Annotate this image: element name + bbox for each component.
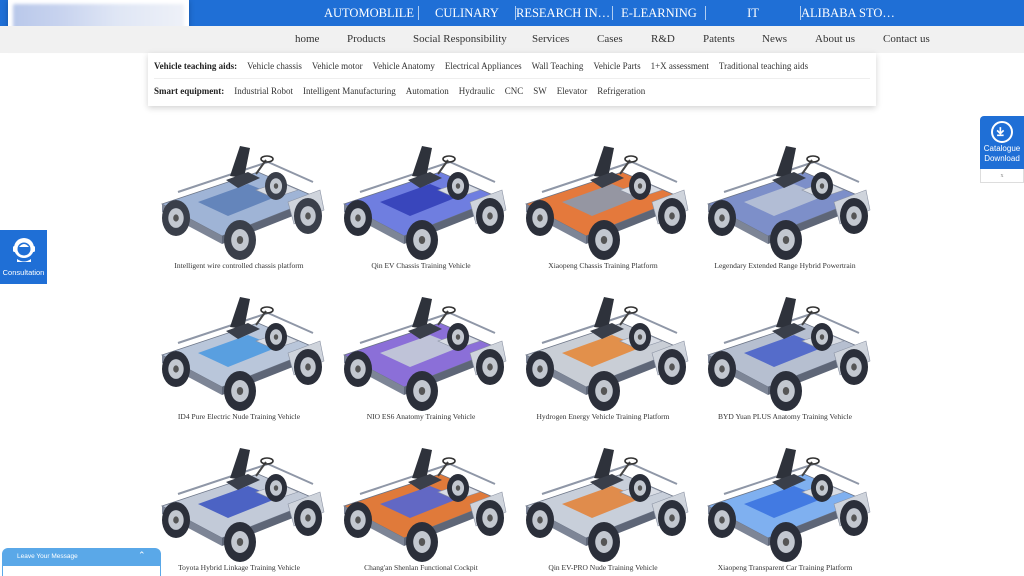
- consultation-label: Consultation: [2, 268, 45, 277]
- products-dropdown: Vehicle teaching aids: Vehicle chassis V…: [148, 53, 876, 106]
- nav-rnd[interactable]: R&D: [651, 26, 675, 53]
- dropdown-item[interactable]: 1+X assessment: [651, 61, 709, 71]
- nav-services[interactable]: Services: [532, 26, 569, 53]
- teaching-aids-row: Vehicle teaching aids: Vehicle chassis V…: [154, 54, 818, 78]
- product-card[interactable]: Legendary Extended Range Hybrid Powertra…: [694, 130, 876, 281]
- dropdown-item[interactable]: Vehicle motor: [312, 61, 363, 71]
- product-card[interactable]: Xiaopeng Transparent Car Training Platfo…: [694, 432, 876, 576]
- main-nav: home Products Social Responsibility Serv…: [0, 26, 1024, 53]
- product-image: [706, 146, 871, 260]
- catalogue-close-button[interactable]: x: [980, 169, 1024, 183]
- teaching-aids-label: Vehicle teaching aids:: [154, 61, 238, 71]
- product-caption[interactable]: BYD Yuan PLUS Anatomy Training Vehicle: [694, 412, 876, 421]
- product-image: [342, 448, 507, 562]
- dropdown-item[interactable]: Vehicle Parts: [593, 61, 640, 71]
- product-image: [524, 448, 689, 562]
- top-nav-research[interactable]: RESEARCH INS...: [516, 6, 612, 21]
- product-card[interactable]: Xiaopeng Chassis Training Platform: [512, 130, 694, 281]
- dropdown-item[interactable]: Hydraulic: [459, 86, 495, 96]
- product-caption[interactable]: NIO ES6 Anatomy Training Vehicle: [330, 412, 512, 421]
- product-image: [706, 297, 871, 411]
- product-card[interactable]: ID4 Pure Electric Nude Training Vehicle: [148, 281, 330, 432]
- product-image: [160, 297, 325, 411]
- top-nav-culinary[interactable]: CULINARY: [419, 6, 515, 21]
- product-caption[interactable]: Xiaopeng Transparent Car Training Platfo…: [694, 563, 876, 572]
- dropdown-item[interactable]: Elevator: [557, 86, 588, 96]
- top-nav-alibaba-store[interactable]: ALIBABA STORE: [801, 6, 897, 21]
- product-card[interactable]: Qin EV Chassis Training Vehicle: [330, 130, 512, 281]
- product-image: [160, 448, 325, 562]
- product-card[interactable]: NIO ES6 Anatomy Training Vehicle: [330, 281, 512, 432]
- product-caption[interactable]: Xiaopeng Chassis Training Platform: [512, 261, 694, 270]
- top-nav-it[interactable]: IT: [706, 6, 800, 21]
- dropdown-item[interactable]: Wall Teaching: [532, 61, 584, 71]
- dropdown-item[interactable]: Electrical Appliances: [445, 61, 522, 71]
- product-caption[interactable]: Hydrogen Energy Vehicle Training Platfor…: [512, 412, 694, 421]
- dropdown-item[interactable]: Traditional teaching aids: [719, 61, 808, 71]
- nav-home[interactable]: home: [295, 26, 319, 53]
- product-caption[interactable]: Intelligent wire controlled chassis plat…: [148, 261, 330, 270]
- product-caption[interactable]: Qin EV Chassis Training Vehicle: [330, 261, 512, 270]
- nav-patents[interactable]: Patents: [703, 26, 735, 53]
- download-icon: [991, 121, 1013, 143]
- product-card[interactable]: Toyota Hybrid Linkage Training Vehicle: [148, 432, 330, 576]
- top-nav-elearning[interactable]: E-LEARNING: [613, 6, 705, 21]
- product-card[interactable]: Chang'an Shenlan Functional Cockpit: [330, 432, 512, 576]
- customer-service-icon: [13, 238, 35, 262]
- dropdown-item[interactable]: Vehicle Anatomy: [373, 61, 435, 71]
- product-caption[interactable]: Chang'an Shenlan Functional Cockpit: [330, 563, 512, 572]
- dropdown-item[interactable]: Automation: [406, 86, 449, 96]
- product-image: [160, 146, 325, 260]
- dropdown-item[interactable]: Industrial Robot: [234, 86, 293, 96]
- product-image: [524, 297, 689, 411]
- nav-about-us[interactable]: About us: [815, 26, 855, 53]
- catalogue-download-button[interactable]: Catalogue Download x: [980, 116, 1024, 183]
- product-image: [342, 297, 507, 411]
- nav-news[interactable]: News: [762, 26, 787, 53]
- leave-message-bar[interactable]: Leave Your Message ⌃: [2, 548, 161, 576]
- nav-cases[interactable]: Cases: [597, 26, 623, 53]
- product-caption[interactable]: Legendary Extended Range Hybrid Powertra…: [694, 261, 876, 270]
- dropdown-item[interactable]: CNC: [505, 86, 524, 96]
- smart-equipment-label: Smart equipment:: [154, 85, 225, 96]
- product-caption[interactable]: ID4 Pure Electric Nude Training Vehicle: [148, 412, 330, 421]
- top-nav: AUTOMOBLILE CULINARY RESEARCH INS... E-L…: [320, 0, 897, 26]
- dropdown-item[interactable]: SW: [533, 86, 547, 96]
- top-nav-automobile[interactable]: AUTOMOBLILE: [320, 6, 418, 21]
- dropdown-item[interactable]: Intelligent Manufacturing: [303, 86, 396, 96]
- leave-message-body: [3, 566, 160, 576]
- product-card[interactable]: BYD Yuan PLUS Anatomy Training Vehicle: [694, 281, 876, 432]
- nav-contact-us[interactable]: Contact us: [883, 26, 930, 53]
- product-card[interactable]: Qin EV-PRO Nude Training Vehicle: [512, 432, 694, 576]
- dropdown-item[interactable]: Vehicle chassis: [247, 61, 302, 71]
- product-card[interactable]: Intelligent wire controlled chassis plat…: [148, 130, 330, 281]
- product-grid: Intelligent wire controlled chassis plat…: [148, 130, 876, 576]
- dropdown-item[interactable]: Refrigeration: [597, 86, 645, 96]
- product-caption[interactable]: Toyota Hybrid Linkage Training Vehicle: [148, 563, 330, 572]
- product-image: [342, 146, 507, 260]
- chevron-up-icon[interactable]: ⌃: [138, 550, 146, 561]
- smart-equipment-row: Smart equipment: Industrial Robot Intell…: [154, 78, 870, 102]
- nav-products[interactable]: Products: [347, 26, 386, 53]
- product-card[interactable]: Hydrogen Energy Vehicle Training Platfor…: [512, 281, 694, 432]
- consultation-button[interactable]: Consultation: [0, 230, 47, 284]
- catalogue-label: Catalogue Download: [983, 144, 1021, 163]
- product-image: [524, 146, 689, 260]
- nav-social-responsibility[interactable]: Social Responsibility: [413, 26, 507, 53]
- product-caption[interactable]: Qin EV-PRO Nude Training Vehicle: [512, 563, 694, 572]
- product-image: [706, 448, 871, 562]
- leave-message-label: Leave Your Message: [17, 553, 78, 560]
